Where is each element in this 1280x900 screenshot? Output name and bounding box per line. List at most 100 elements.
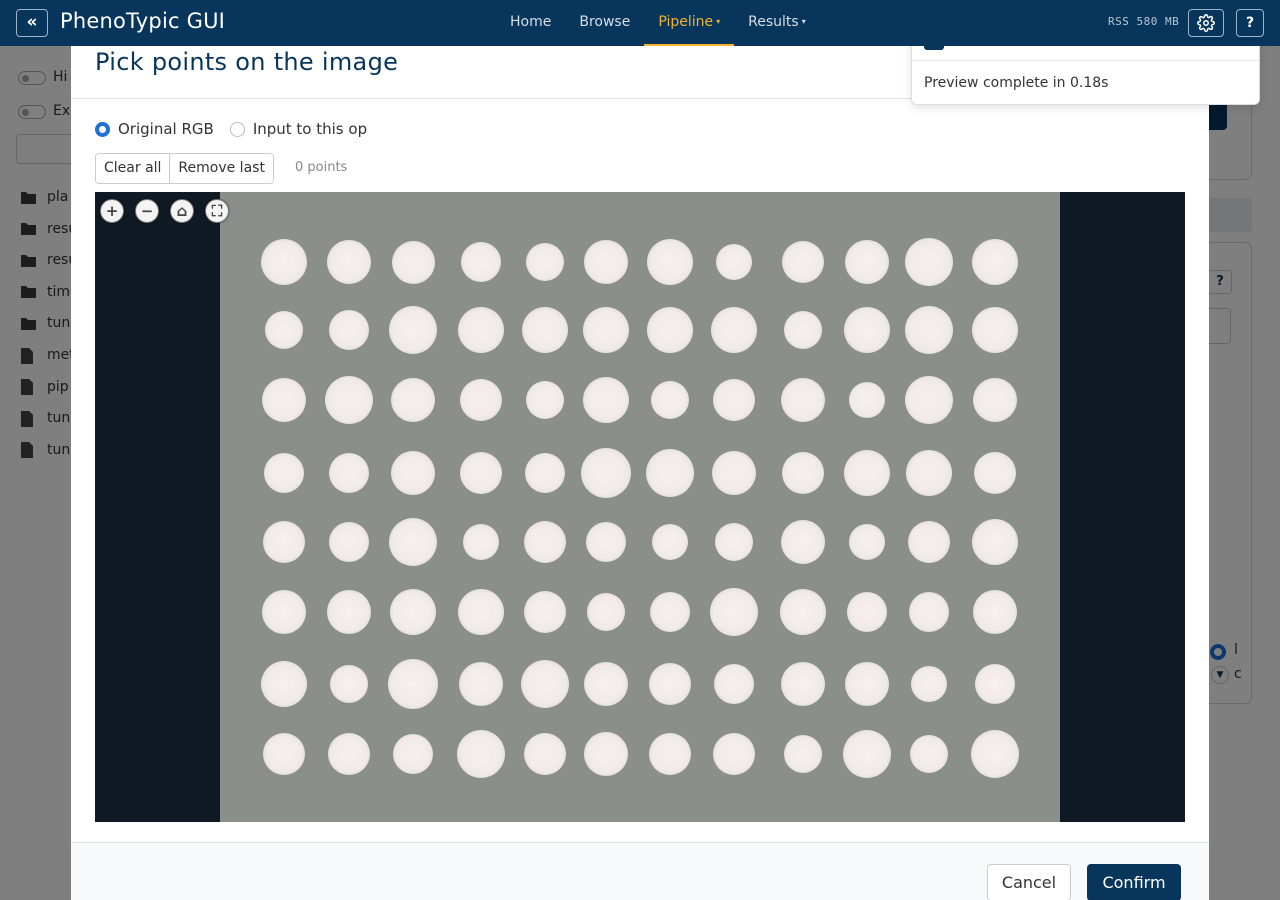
- colony-spot: [712, 451, 756, 495]
- settings-button[interactable]: [1188, 9, 1224, 37]
- radio-original-rgb-label[interactable]: Original RGB: [118, 120, 214, 138]
- colony-spot: [262, 590, 306, 634]
- colony-spot: [325, 376, 373, 424]
- colony-spot: [782, 452, 824, 494]
- colony-spot: [843, 730, 891, 778]
- colony-spot: [264, 453, 304, 493]
- colony-spot: [586, 522, 626, 562]
- colony-spot: [911, 666, 947, 702]
- colony-spot: [389, 518, 437, 566]
- zoom-in-icon: +: [105, 202, 119, 220]
- colony-spot: [463, 524, 499, 560]
- image-viewer[interactable]: + − ⌂ ⛶: [95, 192, 1185, 822]
- colony-spot: [972, 519, 1018, 565]
- pick-points-modal: Pick points on the image Original RGB In…: [71, 46, 1209, 900]
- colony-spot: [847, 592, 887, 632]
- memory-usage: RSS 580 MB: [1108, 15, 1180, 28]
- colony-spot: [781, 662, 825, 706]
- home-button[interactable]: ⌂: [170, 199, 194, 223]
- colony-spot: [391, 378, 435, 422]
- app-brand[interactable]: PhenoTypic GUI: [60, 9, 225, 33]
- colony-spot: [974, 452, 1016, 494]
- colony-spot: [713, 379, 755, 421]
- colony-spot: [584, 662, 628, 706]
- colony-spot: [845, 240, 889, 284]
- modal-title: Pick points on the image: [95, 48, 399, 76]
- colony-spot: [910, 735, 948, 773]
- colony-spot: [710, 588, 758, 636]
- toast-message: Preview complete in 0.18s: [924, 75, 1109, 91]
- colony-spot: [327, 590, 371, 634]
- colony-spot: [975, 664, 1015, 704]
- colony-spot: [715, 523, 753, 561]
- point-count: 0 points: [295, 160, 348, 175]
- caret-down-icon: ▾: [801, 17, 806, 26]
- colony-spot: [263, 521, 305, 563]
- colony-spot: [584, 732, 628, 776]
- colony-spot: [262, 378, 306, 422]
- colony-spot: [849, 382, 885, 418]
- colony-spot: [652, 524, 688, 560]
- colony-spot: [524, 733, 566, 775]
- colony-spot: [646, 449, 694, 497]
- colony-spot: [651, 381, 689, 419]
- colony-spot: [781, 520, 825, 564]
- radio-original-rgb[interactable]: [95, 121, 110, 137]
- colony-spot: [390, 589, 436, 635]
- nav-link-label: Results: [748, 14, 799, 30]
- radio-input-to-op-label[interactable]: Input to this op: [253, 120, 367, 138]
- nav-link-home[interactable]: Home: [496, 0, 565, 46]
- nav-link-browse[interactable]: Browse: [565, 0, 644, 46]
- colony-spot: [906, 450, 952, 496]
- colony-spot: [524, 521, 566, 563]
- colony-spot: [971, 730, 1019, 778]
- colony-spot: [844, 450, 890, 496]
- point-actions: Clear all Remove last: [95, 153, 274, 184]
- colony-spot: [460, 452, 502, 494]
- colony-spot: [393, 734, 433, 774]
- image-source-selector: Original RGB Input to this op: [95, 120, 383, 138]
- colony-spot: [845, 662, 889, 706]
- nav-link-pipeline[interactable]: Pipeline ▾: [644, 0, 734, 46]
- colony-spot: [261, 239, 307, 285]
- colony-spot: [649, 733, 691, 775]
- colony-spot: [526, 243, 564, 281]
- colony-spot: [265, 311, 303, 349]
- caret-down-icon: ▾: [716, 17, 721, 26]
- colony-spot: [784, 735, 822, 773]
- colony-spot: [711, 307, 757, 353]
- nav-link-label: Browse: [579, 14, 631, 30]
- fullscreen-icon: ⛶: [211, 202, 223, 220]
- colony-spot: [584, 240, 628, 284]
- colony-spot: [714, 664, 754, 704]
- nav-links: Home Browse Pipeline ▾ Results ▾: [496, 0, 820, 46]
- collapse-sidebar-button[interactable]: «: [16, 9, 48, 37]
- zoom-in-button[interactable]: +: [100, 199, 124, 223]
- clear-all-button[interactable]: Clear all: [96, 154, 170, 183]
- cancel-button[interactable]: Cancel: [987, 864, 1071, 900]
- colony-spot: [973, 590, 1017, 634]
- home-icon: ⌂: [176, 202, 188, 220]
- nav-link-label: Pipeline: [658, 14, 714, 30]
- colony-spot: [649, 663, 691, 705]
- colony-spot: [905, 306, 953, 354]
- colony-spot: [261, 661, 307, 707]
- colony-spot: [522, 307, 568, 353]
- colony-spot: [583, 307, 629, 353]
- colony-spot: [973, 378, 1017, 422]
- help-button[interactable]: ?: [1236, 9, 1264, 37]
- top-navbar: « PhenoTypic GUI Home Browse Pipeline ▾ Resu…: [0, 0, 1280, 46]
- modal-footer: Cancel Confirm: [71, 842, 1209, 900]
- confirm-button[interactable]: Confirm: [1087, 864, 1181, 900]
- plate-image[interactable]: [220, 192, 1060, 822]
- colony-spot: [328, 733, 370, 775]
- zoom-out-button[interactable]: −: [135, 199, 159, 223]
- colony-spot: [972, 307, 1018, 353]
- radio-input-to-op[interactable]: [229, 121, 245, 137]
- colony-spot: [388, 659, 438, 709]
- nav-link-results[interactable]: Results ▾: [734, 0, 820, 46]
- colony-spot: [583, 377, 629, 423]
- colony-spot: [849, 524, 885, 560]
- fullscreen-button[interactable]: ⛶: [205, 199, 229, 223]
- remove-last-button[interactable]: Remove last: [169, 154, 273, 183]
